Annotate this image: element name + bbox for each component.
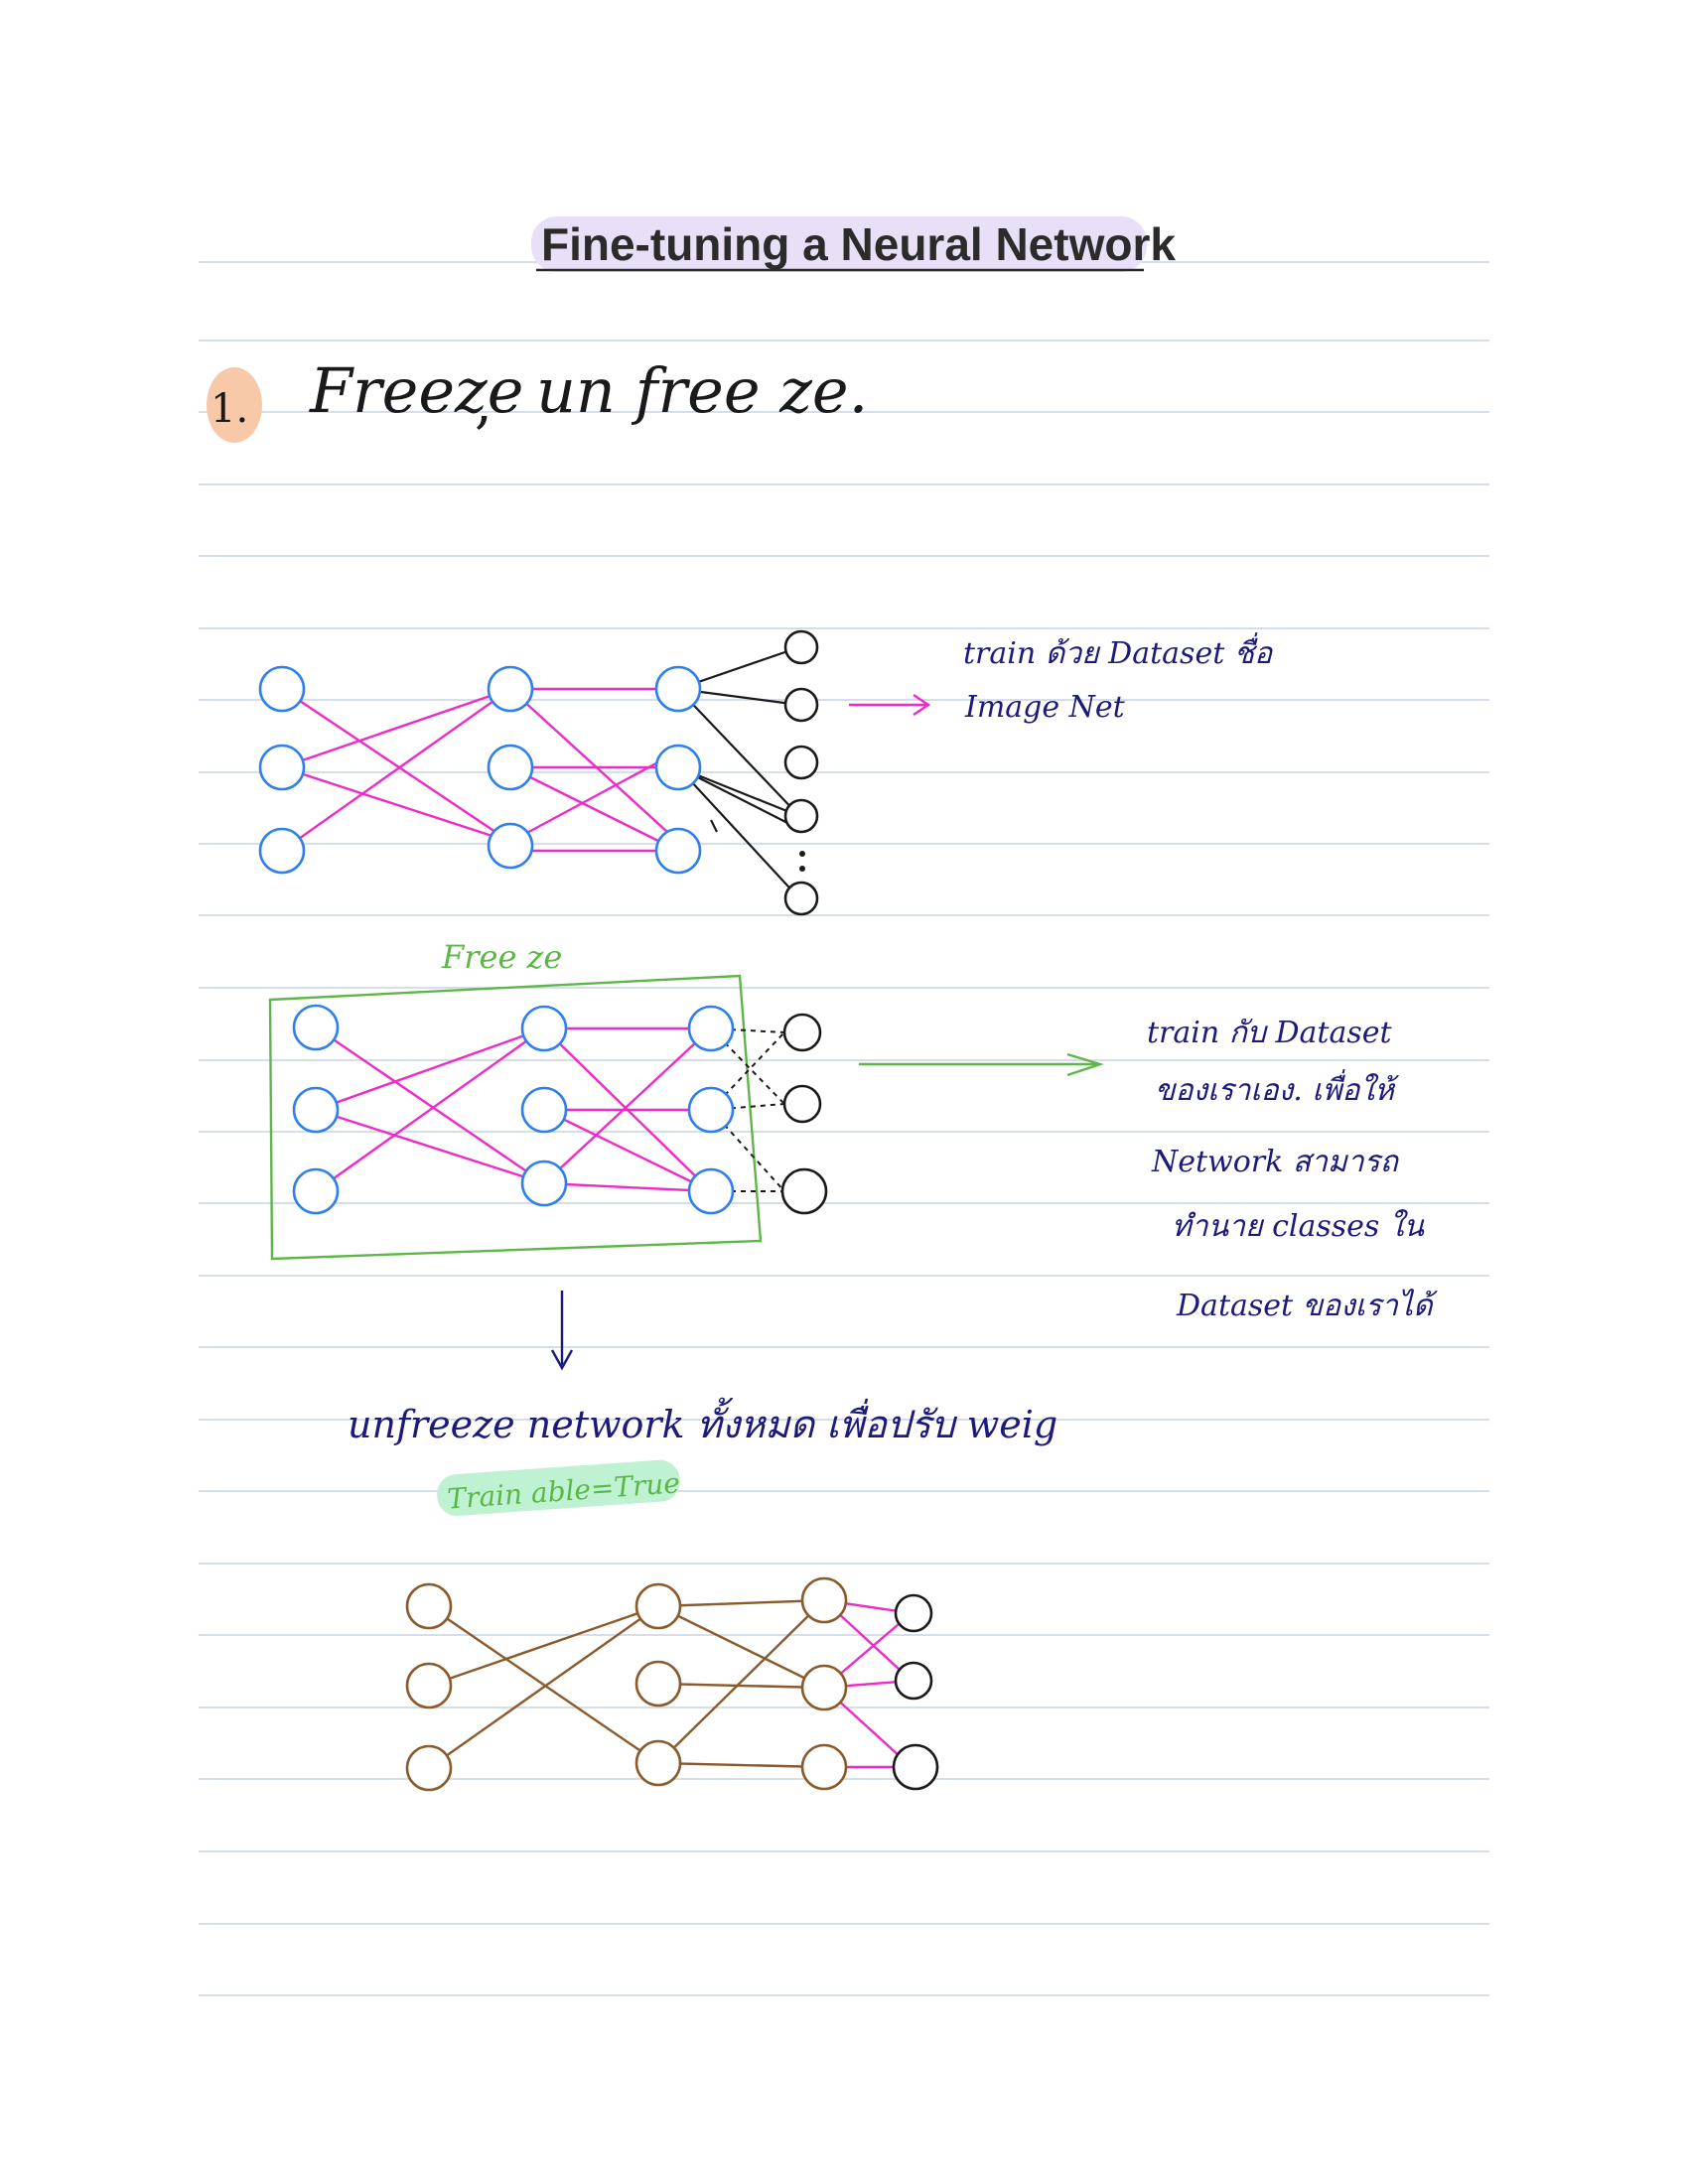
ellipsis-dot xyxy=(799,851,805,857)
heading-unfreeze: un free ze. xyxy=(536,354,868,427)
note-own-dataset: train กับ Dataset ของเราเอง. เพื่อให้ Ne… xyxy=(1147,1016,1439,1323)
note-line: Network สามารถ xyxy=(1151,1145,1400,1179)
heading-comma: , xyxy=(475,371,492,436)
note-line: train กับ Dataset xyxy=(1147,1016,1393,1050)
note-line: ของเราเอง. เพื่อให้ xyxy=(1155,1069,1400,1108)
arrow-green xyxy=(859,1052,1104,1077)
arrow-down xyxy=(550,1291,574,1371)
page-title: Fine-tuning a Neural Network xyxy=(541,218,1176,270)
magenta-edges xyxy=(281,687,679,853)
freeze-box xyxy=(268,974,763,1261)
unfreeze-instruction: unfreeze network ทั้งหมด เพื่อปรับ weig xyxy=(348,1397,1057,1446)
note-imagenet-line2: Image Net xyxy=(964,690,1126,725)
freeze-label: Free ze xyxy=(441,938,562,976)
section-number: 1. xyxy=(211,386,248,432)
ellipsis-dot xyxy=(799,866,805,872)
note-line: Dataset ของเราได้ xyxy=(1176,1289,1439,1323)
blue-nodes xyxy=(258,665,702,875)
arrow-magenta xyxy=(849,694,931,716)
network-frozen xyxy=(292,1004,828,1215)
notebook-page: Fine-tuning a Neural Network 1. Freeze ,… xyxy=(199,216,1489,1996)
output-nodes xyxy=(783,629,819,916)
ruled-lines xyxy=(199,261,1489,1996)
note-line: ทำนาย classes ใน xyxy=(1172,1209,1425,1244)
network-unfrozen xyxy=(405,1576,939,1792)
note-imagenet-line1: train ด้วย Dataset ชื่อ xyxy=(963,632,1274,671)
